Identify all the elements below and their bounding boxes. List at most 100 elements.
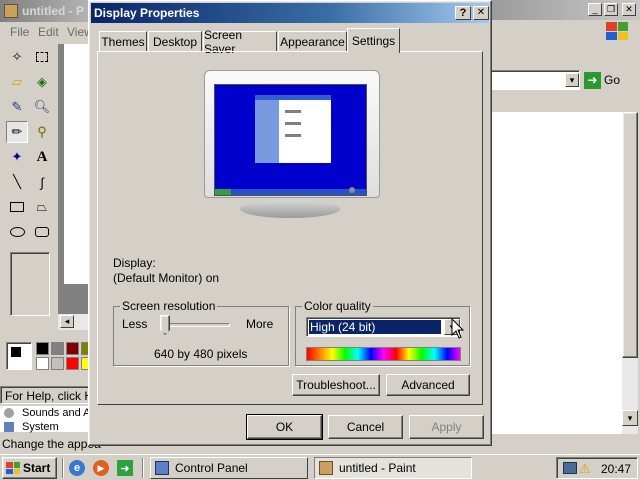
scroll-down-icon[interactable]: ▾: [622, 410, 638, 426]
swatch[interactable]: [66, 357, 79, 370]
ok-button[interactable]: OK: [246, 414, 323, 440]
color-title: Color quality: [302, 299, 373, 313]
swatch[interactable]: [66, 342, 79, 355]
swatch[interactable]: [51, 357, 64, 370]
mini-item: [285, 122, 301, 125]
close-icon[interactable]: ✕: [473, 6, 489, 20]
fill-icon[interactable]: ◈: [31, 71, 53, 93]
paint-window: untitled - P File Edit View ✧ ▱ ◈ ✎ 🔍︎ ✏…: [0, 0, 101, 456]
restore-icon[interactable]: ❐: [604, 3, 618, 16]
paint-statusbar: For Help, click He: [0, 386, 100, 404]
current-colors[interactable]: [6, 342, 32, 370]
task-paint[interactable]: untitled - Paint: [314, 457, 472, 479]
close-icon[interactable]: ✕: [622, 3, 636, 16]
less-label: Less: [122, 317, 148, 331]
mini-taskbar: [215, 189, 366, 195]
list-item[interactable]: Sounds and A: [22, 407, 91, 419]
color-picker-icon[interactable]: ✎: [6, 96, 28, 118]
start-label: Start: [23, 461, 51, 475]
apply-button[interactable]: Apply: [409, 415, 484, 439]
foreground-color: [10, 346, 22, 358]
paint-toolbox: ✧ ▱ ◈ ✎ 🔍︎ ✏︎ ⚲ ✦ A ╲ ∫ ⏢: [4, 44, 56, 326]
go-button[interactable]: ➜ Go: [584, 70, 630, 90]
windows-flag-icon: [6, 462, 20, 474]
network-icon[interactable]: [563, 462, 577, 474]
monitor-preview: [204, 70, 380, 230]
paint-titlebar[interactable]: untitled - P: [0, 0, 92, 22]
cp-status-text: Change the appea: [2, 437, 101, 451]
monitor-base: [240, 200, 340, 218]
resolution-group: Screen resolution Less More 640 by 480 p…: [113, 299, 289, 366]
system-tray: ⚠ 20:47: [556, 457, 638, 479]
rectangle-icon[interactable]: [6, 196, 28, 218]
polygon-icon[interactable]: ⏢: [31, 196, 53, 218]
free-select-icon[interactable]: ✧: [6, 46, 28, 68]
resolution-slider-track[interactable]: [162, 323, 230, 327]
ellipse-icon[interactable]: [6, 221, 28, 243]
resolution-title: Screen resolution: [120, 299, 218, 313]
rounded-rect-icon[interactable]: [31, 221, 53, 243]
text-icon[interactable]: A: [31, 146, 53, 168]
settings-panel: Display: (Default Monitor) on Screen res…: [97, 51, 483, 405]
display-value: (Default Monitor) on: [113, 271, 220, 285]
system-icon: [4, 422, 14, 432]
line-icon[interactable]: ╲: [6, 171, 28, 193]
help-icon[interactable]: ?: [455, 6, 471, 20]
advanced-button[interactable]: Advanced: [386, 374, 470, 396]
scroll-thumb[interactable]: [622, 112, 638, 358]
tab-screen-saver[interactable]: Screen Saver: [203, 28, 277, 56]
color-spectrum: [306, 347, 461, 361]
troubleshoot-button[interactable]: Troubleshoot...: [292, 374, 380, 396]
tab-settings[interactable]: Settings: [347, 28, 400, 53]
menu-file[interactable]: File: [10, 25, 29, 39]
resolution-value: 640 by 480 pixels: [154, 347, 248, 361]
right-titlebar: _ ❐ ✕: [488, 0, 640, 20]
color-quality-value: High (24 bit): [308, 319, 442, 335]
clock[interactable]: 20:47: [601, 462, 631, 476]
swatch[interactable]: [51, 342, 64, 355]
minimize-icon[interactable]: _: [588, 3, 602, 16]
paint-hscrollbar[interactable]: ◂: [58, 314, 92, 330]
scroll-left-icon[interactable]: ◂: [60, 315, 74, 328]
control-panel-status: Change the appea: [0, 434, 101, 454]
chevron-down-icon[interactable]: ▾: [565, 73, 579, 87]
right-vscrollbar[interactable]: ▾: [622, 112, 638, 434]
warning-icon[interactable]: ⚠: [579, 461, 591, 477]
tool-options-box[interactable]: [10, 252, 50, 316]
paint-menubar: File Edit View: [0, 23, 93, 41]
airbrush-icon[interactable]: ✦: [6, 146, 28, 168]
list-item[interactable]: System: [22, 421, 59, 433]
go-label: Go: [604, 73, 621, 87]
eraser-icon[interactable]: ▱: [6, 71, 28, 93]
paint-app-icon: [4, 4, 18, 18]
tab-themes[interactable]: Themes: [99, 31, 147, 51]
task-label: untitled - Paint: [339, 461, 416, 475]
brush-icon[interactable]: ⚲: [31, 121, 53, 143]
cancel-button[interactable]: Cancel: [328, 415, 403, 439]
resolution-slider-thumb[interactable]: [160, 315, 170, 335]
magnifier-icon[interactable]: 🔍︎: [31, 96, 53, 118]
rect-select-icon[interactable]: [31, 46, 53, 68]
curve-icon[interactable]: ∫: [31, 171, 53, 193]
paint-palette: [4, 340, 94, 376]
start-button[interactable]: Start: [2, 457, 57, 479]
color-quality-select[interactable]: High (24 bit) ▾: [306, 317, 461, 337]
media-icon[interactable]: ▶: [93, 460, 109, 476]
mini-start: [215, 189, 231, 195]
address-combo[interactable]: ▾: [490, 70, 580, 90]
taskbar-separator: [142, 458, 144, 478]
mini-item: [285, 110, 301, 113]
dialog-titlebar[interactable]: Display Properties ? ✕: [91, 3, 489, 23]
ie-icon[interactable]: e: [69, 460, 85, 476]
menu-edit[interactable]: Edit: [38, 25, 59, 39]
tab-appearance[interactable]: Appearance: [278, 31, 347, 51]
go-arrow-icon: ➜: [584, 71, 601, 89]
taskbar: Start e ▶ ➜ Control Panel untitled - Pai…: [0, 454, 640, 480]
task-control-panel[interactable]: Control Panel: [150, 457, 308, 479]
swatch[interactable]: [36, 342, 49, 355]
paint-canvas-area: [58, 44, 92, 314]
tab-desktop[interactable]: Desktop: [148, 31, 202, 51]
desktop-icon[interactable]: ➜: [117, 460, 133, 476]
pencil-icon[interactable]: ✏︎: [6, 121, 28, 143]
swatch[interactable]: [36, 357, 49, 370]
